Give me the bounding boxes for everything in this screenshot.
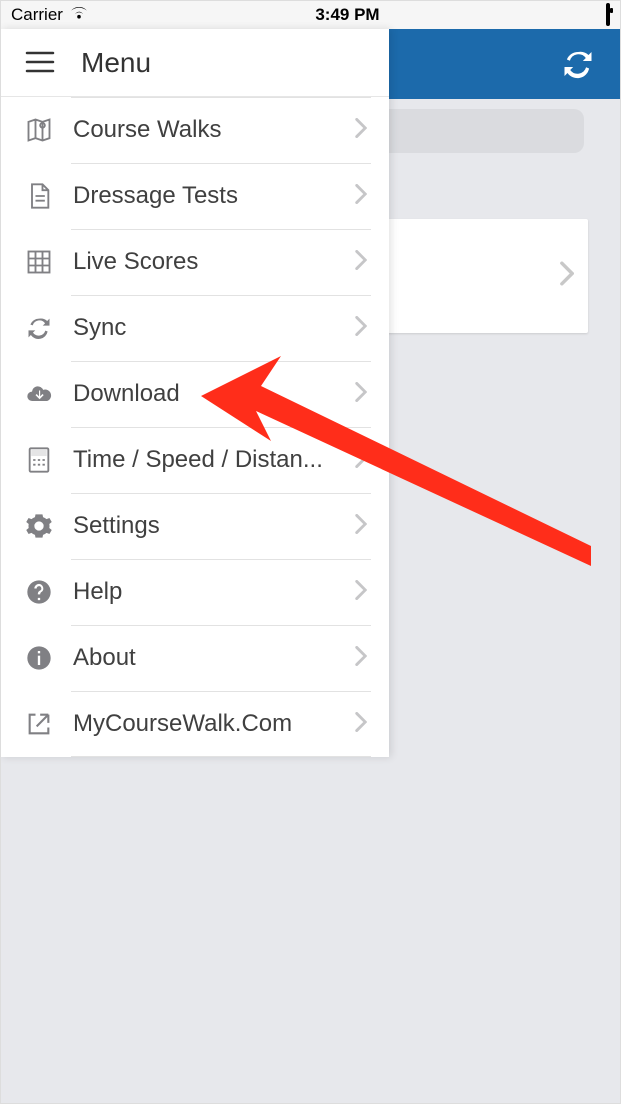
menu-item-mycoursewalk-com[interactable]: MyCourseWalk.Com xyxy=(1,691,389,757)
clock-label: 3:49 PM xyxy=(315,5,379,25)
menu-item-label: Dressage Tests xyxy=(73,182,345,210)
menu-item-about[interactable]: About xyxy=(1,625,389,691)
sync-icon xyxy=(21,310,57,346)
chevron-right-icon xyxy=(355,316,373,341)
menu-item-time-speed-distan[interactable]: Time / Speed / Distan... xyxy=(1,427,389,493)
menu-title: Menu xyxy=(81,47,151,79)
chevron-right-icon xyxy=(355,448,373,473)
menu-item-label: Settings xyxy=(73,512,345,540)
menu-item-settings[interactable]: Settings xyxy=(1,493,389,559)
chevron-right-icon xyxy=(355,118,373,143)
menu-header: Menu xyxy=(1,29,389,97)
document-icon xyxy=(21,178,57,214)
side-menu: Menu Course Walks Dressage Tests Live Scor… xyxy=(1,29,389,757)
battery-icon xyxy=(606,5,610,25)
hamburger-icon[interactable] xyxy=(25,51,59,75)
menu-item-live-scores[interactable]: Live Scores xyxy=(1,229,389,295)
menu-item-label: Sync xyxy=(73,314,345,342)
carrier-label: Carrier xyxy=(11,5,63,25)
external-link-icon xyxy=(21,706,57,742)
menu-item-label: Help xyxy=(73,578,345,606)
cloud-download-icon xyxy=(21,376,57,412)
grid-icon xyxy=(21,244,57,280)
menu-item-help[interactable]: Help xyxy=(1,559,389,625)
menu-item-label: Time / Speed / Distan... xyxy=(73,446,345,474)
chevron-right-icon xyxy=(355,184,373,209)
menu-item-course-walks[interactable]: Course Walks xyxy=(1,97,389,163)
chevron-right-icon xyxy=(355,580,373,605)
menu-item-sync[interactable]: Sync xyxy=(1,295,389,361)
wifi-icon xyxy=(69,5,89,25)
chevron-right-icon xyxy=(355,646,373,671)
chevron-right-icon xyxy=(560,262,574,291)
menu-item-label: About xyxy=(73,644,345,672)
menu-item-label: Live Scores xyxy=(73,248,345,276)
status-bar: Carrier 3:49 PM xyxy=(1,1,620,29)
chevron-right-icon xyxy=(355,250,373,275)
menu-item-label: Download xyxy=(73,380,345,408)
menu-item-dressage-tests[interactable]: Dressage Tests xyxy=(1,163,389,229)
chevron-right-icon xyxy=(355,712,373,737)
refresh-button[interactable] xyxy=(556,42,600,86)
gear-icon xyxy=(21,508,57,544)
menu-item-download[interactable]: Download xyxy=(1,361,389,427)
chevron-right-icon xyxy=(355,382,373,407)
menu-item-label: MyCourseWalk.Com xyxy=(73,710,345,738)
info-icon xyxy=(21,640,57,676)
menu-item-label: Course Walks xyxy=(73,116,345,144)
chevron-right-icon xyxy=(355,514,373,539)
help-icon xyxy=(21,574,57,610)
map-icon xyxy=(21,112,57,148)
calculator-icon xyxy=(21,442,57,478)
